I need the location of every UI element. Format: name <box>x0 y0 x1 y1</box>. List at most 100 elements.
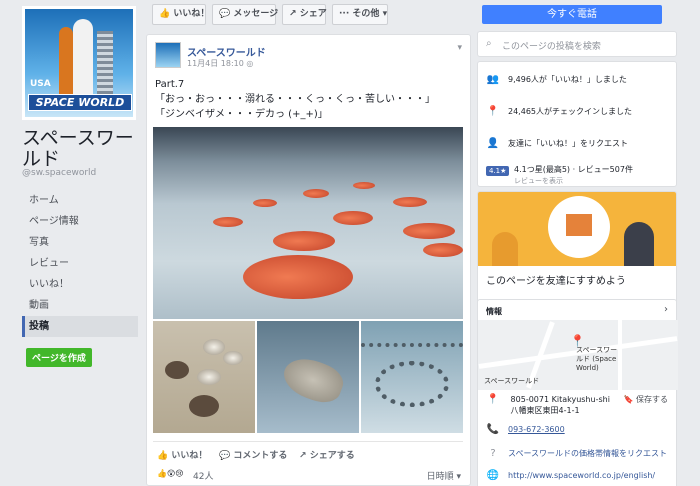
reaction-icons[interactable]: 👍😲😢 <box>157 469 184 478</box>
post-share-button[interactable]: ↗ シェアする <box>299 448 355 461</box>
recommend-illustration <box>478 192 676 266</box>
message-button[interactable]: 💬 メッセージ <box>212 4 278 25</box>
nav-item-photos[interactable]: 写真 <box>22 232 138 253</box>
post-timestamp[interactable]: 11月4日 18:10 ◎ <box>187 58 253 69</box>
person-left-graphic <box>492 232 518 266</box>
like-page-label: いいね！ <box>173 9 210 19</box>
rating-badge: 4.1★ <box>486 166 510 176</box>
price-request-row[interactable]: ? スペースワールドの価格帯情報をリクエスト <box>486 448 667 459</box>
address-row[interactable]: 📍 805-0071 Kitakyushu-shi 八幡東区東田4-1-1 <box>486 394 610 416</box>
post-like-button[interactable]: 👍 いいね！ <box>157 448 207 461</box>
whale-shark-photo-detail <box>278 351 348 409</box>
map-label-line: スペースワー <box>576 346 618 354</box>
post-photo-whale-shark[interactable] <box>257 321 359 433</box>
share-page-button[interactable]: ↗ シェア <box>282 4 327 25</box>
frozen-fish-photo-detail <box>253 199 277 207</box>
sort-dropdown[interactable]: 日時順 ▾ <box>427 469 461 482</box>
phone-icon: 📞 <box>486 424 500 435</box>
left-column: USA SPACE WORLD スペースワールド @sw.spaceworld … <box>0 0 142 486</box>
nav-item-likes[interactable]: いいね！ <box>22 274 138 295</box>
nav-item-videos[interactable]: 動画 <box>22 295 138 316</box>
frozen-fish-photo-detail <box>333 211 373 225</box>
chat-bubble-icon: 💬 <box>219 9 231 19</box>
map-label: スペースワー ルド (Space World) <box>576 346 617 373</box>
globe-icon: 🌐 <box>486 470 500 481</box>
post-photo-fish-ring[interactable] <box>361 321 463 433</box>
show-reviews-link[interactable]: レビューを表示 <box>514 176 563 186</box>
search-icon: ⌕ <box>486 38 492 49</box>
post-actions-bar: 👍 いいね！ 💬 コメントする ↗ シェアする <box>153 441 463 463</box>
more-button[interactable]: ··· その他 ▾ <box>332 4 388 25</box>
info-title: 情報 <box>486 307 502 316</box>
share-page-label: シェア <box>299 9 327 19</box>
post-photo-crabs[interactable] <box>153 321 255 433</box>
post-author-name[interactable]: スペースワールド <box>187 44 266 59</box>
address-line-1: 805-0071 Kitakyushu-shi <box>510 395 610 404</box>
profile-picture[interactable]: USA SPACE WORLD <box>22 6 136 120</box>
post-share-label: シェアする <box>309 451 355 461</box>
more-label: その他 <box>352 9 380 19</box>
post-body: Part.7 「おっ・おっ・・・溺れる・・・くっ・くっ・苦しい・・・」 「ジンベ… <box>155 77 465 122</box>
page-title[interactable]: スペースワールド <box>22 128 140 170</box>
post-search-box[interactable]: ⌕ このページの投稿を検索 <box>477 31 677 57</box>
person-right-graphic <box>624 222 654 266</box>
post-author-avatar[interactable] <box>155 42 181 68</box>
space-shuttle-graphic <box>73 19 93 99</box>
reaction-count[interactable]: 42人 <box>193 469 213 482</box>
like-page-button[interactable]: 👍 いいね！ <box>152 4 210 25</box>
chevron-right-icon[interactable]: › <box>664 304 668 315</box>
website-link: http://www.spaceworld.co.jp/english/ <box>508 471 656 480</box>
post-comment-label: コメントする <box>233 451 288 461</box>
shellfish-photo-detail <box>223 351 243 365</box>
frozen-fish-photo-detail <box>273 231 335 251</box>
post-options-chevron-icon[interactable]: ▾ <box>457 43 462 53</box>
shellfish-photo-detail <box>203 339 225 355</box>
frozen-fish-photo-detail <box>393 197 427 207</box>
post-comment-button[interactable]: 💬 コメントする <box>219 448 287 461</box>
checkins-row[interactable]: 📍 24,465人がチェックインしました <box>486 106 632 117</box>
website-row[interactable]: 🌐 http://www.spaceworld.co.jp/english/ <box>486 470 655 481</box>
globe-icon: ◎ <box>246 59 254 68</box>
add-friend-icon: 👤 <box>486 138 500 149</box>
post-card: スペースワールド 11月4日 18:10 ◎ ▾ Part.7 「おっ・おっ・・… <box>146 34 471 486</box>
thumbs-up-icon: 👍 <box>157 451 169 461</box>
thumbs-up-icon: 👍 <box>159 9 171 19</box>
share-arrow-icon: ↗ <box>289 9 297 19</box>
phone-row[interactable]: 📞 093-672-3600 <box>486 424 565 435</box>
page-nav: ホーム ページ情報 写真 レビュー いいね！ 動画 投稿 <box>22 190 138 337</box>
chevron-down-icon: ▾ <box>382 9 388 19</box>
crab-photo-detail <box>165 361 189 379</box>
shop-graphic <box>566 214 592 236</box>
nav-item-reviews[interactable]: レビュー <box>22 253 138 274</box>
people-icon: 👥 <box>486 74 500 85</box>
call-now-button[interactable]: 今すぐ電話 <box>482 5 662 24</box>
post-photo-main[interactable] <box>153 127 463 319</box>
nav-item-posts[interactable]: 投稿 <box>22 316 138 337</box>
phone-number: 093-672-3600 <box>508 425 565 434</box>
frozen-fish-photo-detail <box>423 243 463 257</box>
likes-row[interactable]: 👥 9,496人が「いいね！」しました <box>486 74 627 85</box>
crab-photo-detail <box>189 395 219 417</box>
location-map[interactable]: 📍 スペースワー ルド (Space World) スペースワールド <box>478 320 678 390</box>
rating-text[interactable]: 4.1つ星(最高5) · レビュー507件 <box>514 164 633 175</box>
reactions-summary: 👍😲😢 42人 日時順 ▾ <box>153 467 463 483</box>
comment-icon: 💬 <box>219 451 231 461</box>
map-label-line: ルド (Space <box>576 355 617 363</box>
nav-item-about[interactable]: ページ情報 <box>22 211 138 232</box>
post-line: Part.7 <box>155 79 185 90</box>
frozen-fish-photo-detail <box>353 182 375 189</box>
create-page-button[interactable]: ページを作成 <box>26 348 92 367</box>
save-place-button[interactable]: 🔖 保存する <box>623 394 668 405</box>
price-request-text: スペースワールドの価格帯情報をリクエスト <box>508 449 668 458</box>
launch-tower-graphic <box>97 31 113 101</box>
nav-item-home[interactable]: ホーム <box>22 190 138 211</box>
frozen-fish-photo-detail <box>213 217 243 227</box>
page-handle[interactable]: @sw.spaceworld <box>22 168 96 178</box>
sort-label: 日時順 <box>426 472 454 482</box>
search-input[interactable]: このページの投稿を検索 <box>502 39 601 52</box>
post-line: 「ジンベイザメ・・・デカっ (+_+)」 <box>155 109 328 120</box>
map-road <box>618 320 622 390</box>
address-text: 805-0071 Kitakyushu-shi 八幡東区東田4-1-1 <box>511 394 610 416</box>
invite-row[interactable]: 👤 友達に「いいね！」をリクエスト <box>486 138 628 149</box>
invite-text: 友達に「いいね！」をリクエスト <box>508 139 628 148</box>
